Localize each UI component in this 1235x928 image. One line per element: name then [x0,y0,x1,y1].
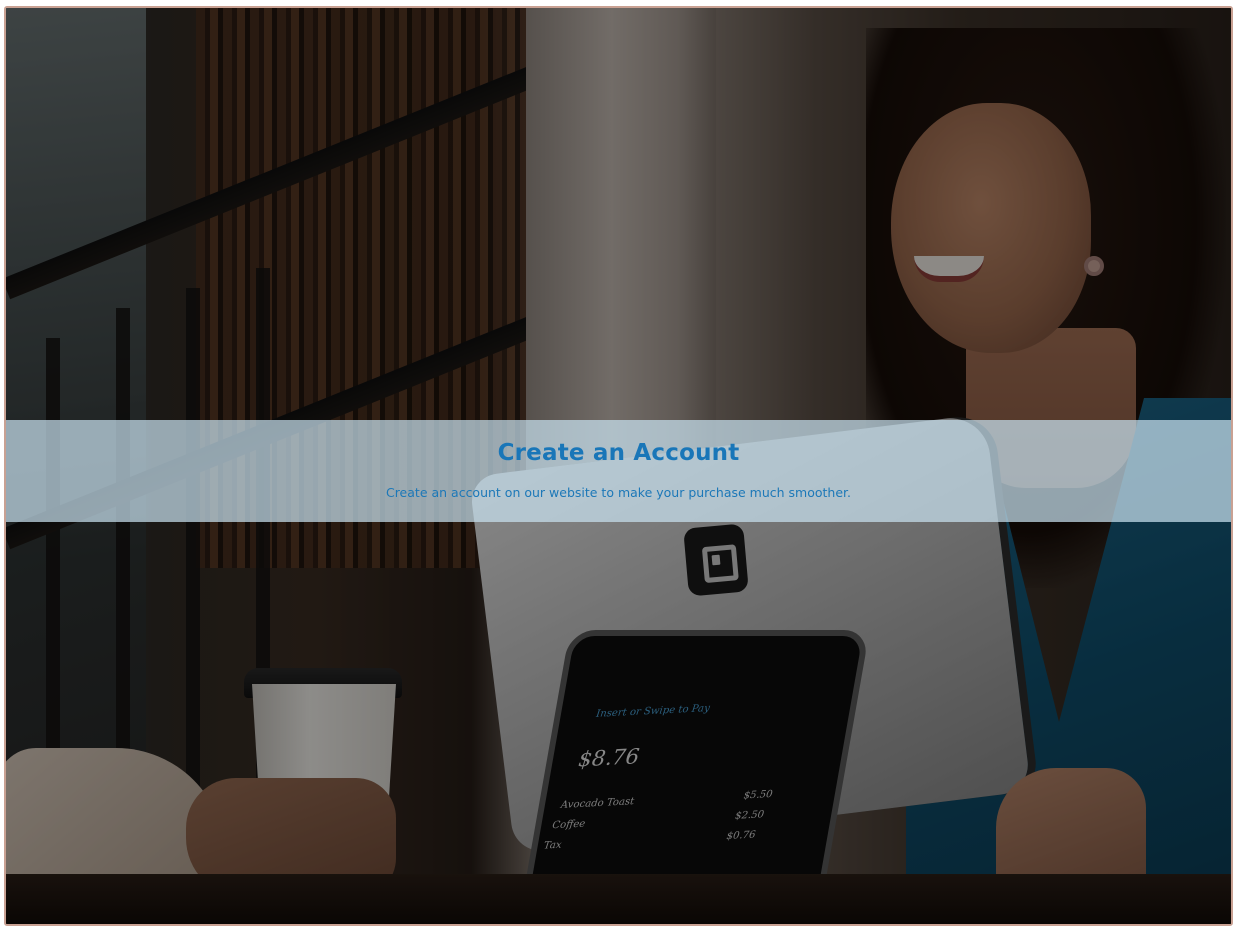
create-account-banner: Create an Account Create an account on o… [6,420,1231,522]
banner-title: Create an Account [497,440,740,466]
hero-section: Insert or Swipe to Pay $8.76 Avocado Toa… [4,6,1233,926]
banner-subtitle: Create an account on our website to make… [385,485,852,500]
